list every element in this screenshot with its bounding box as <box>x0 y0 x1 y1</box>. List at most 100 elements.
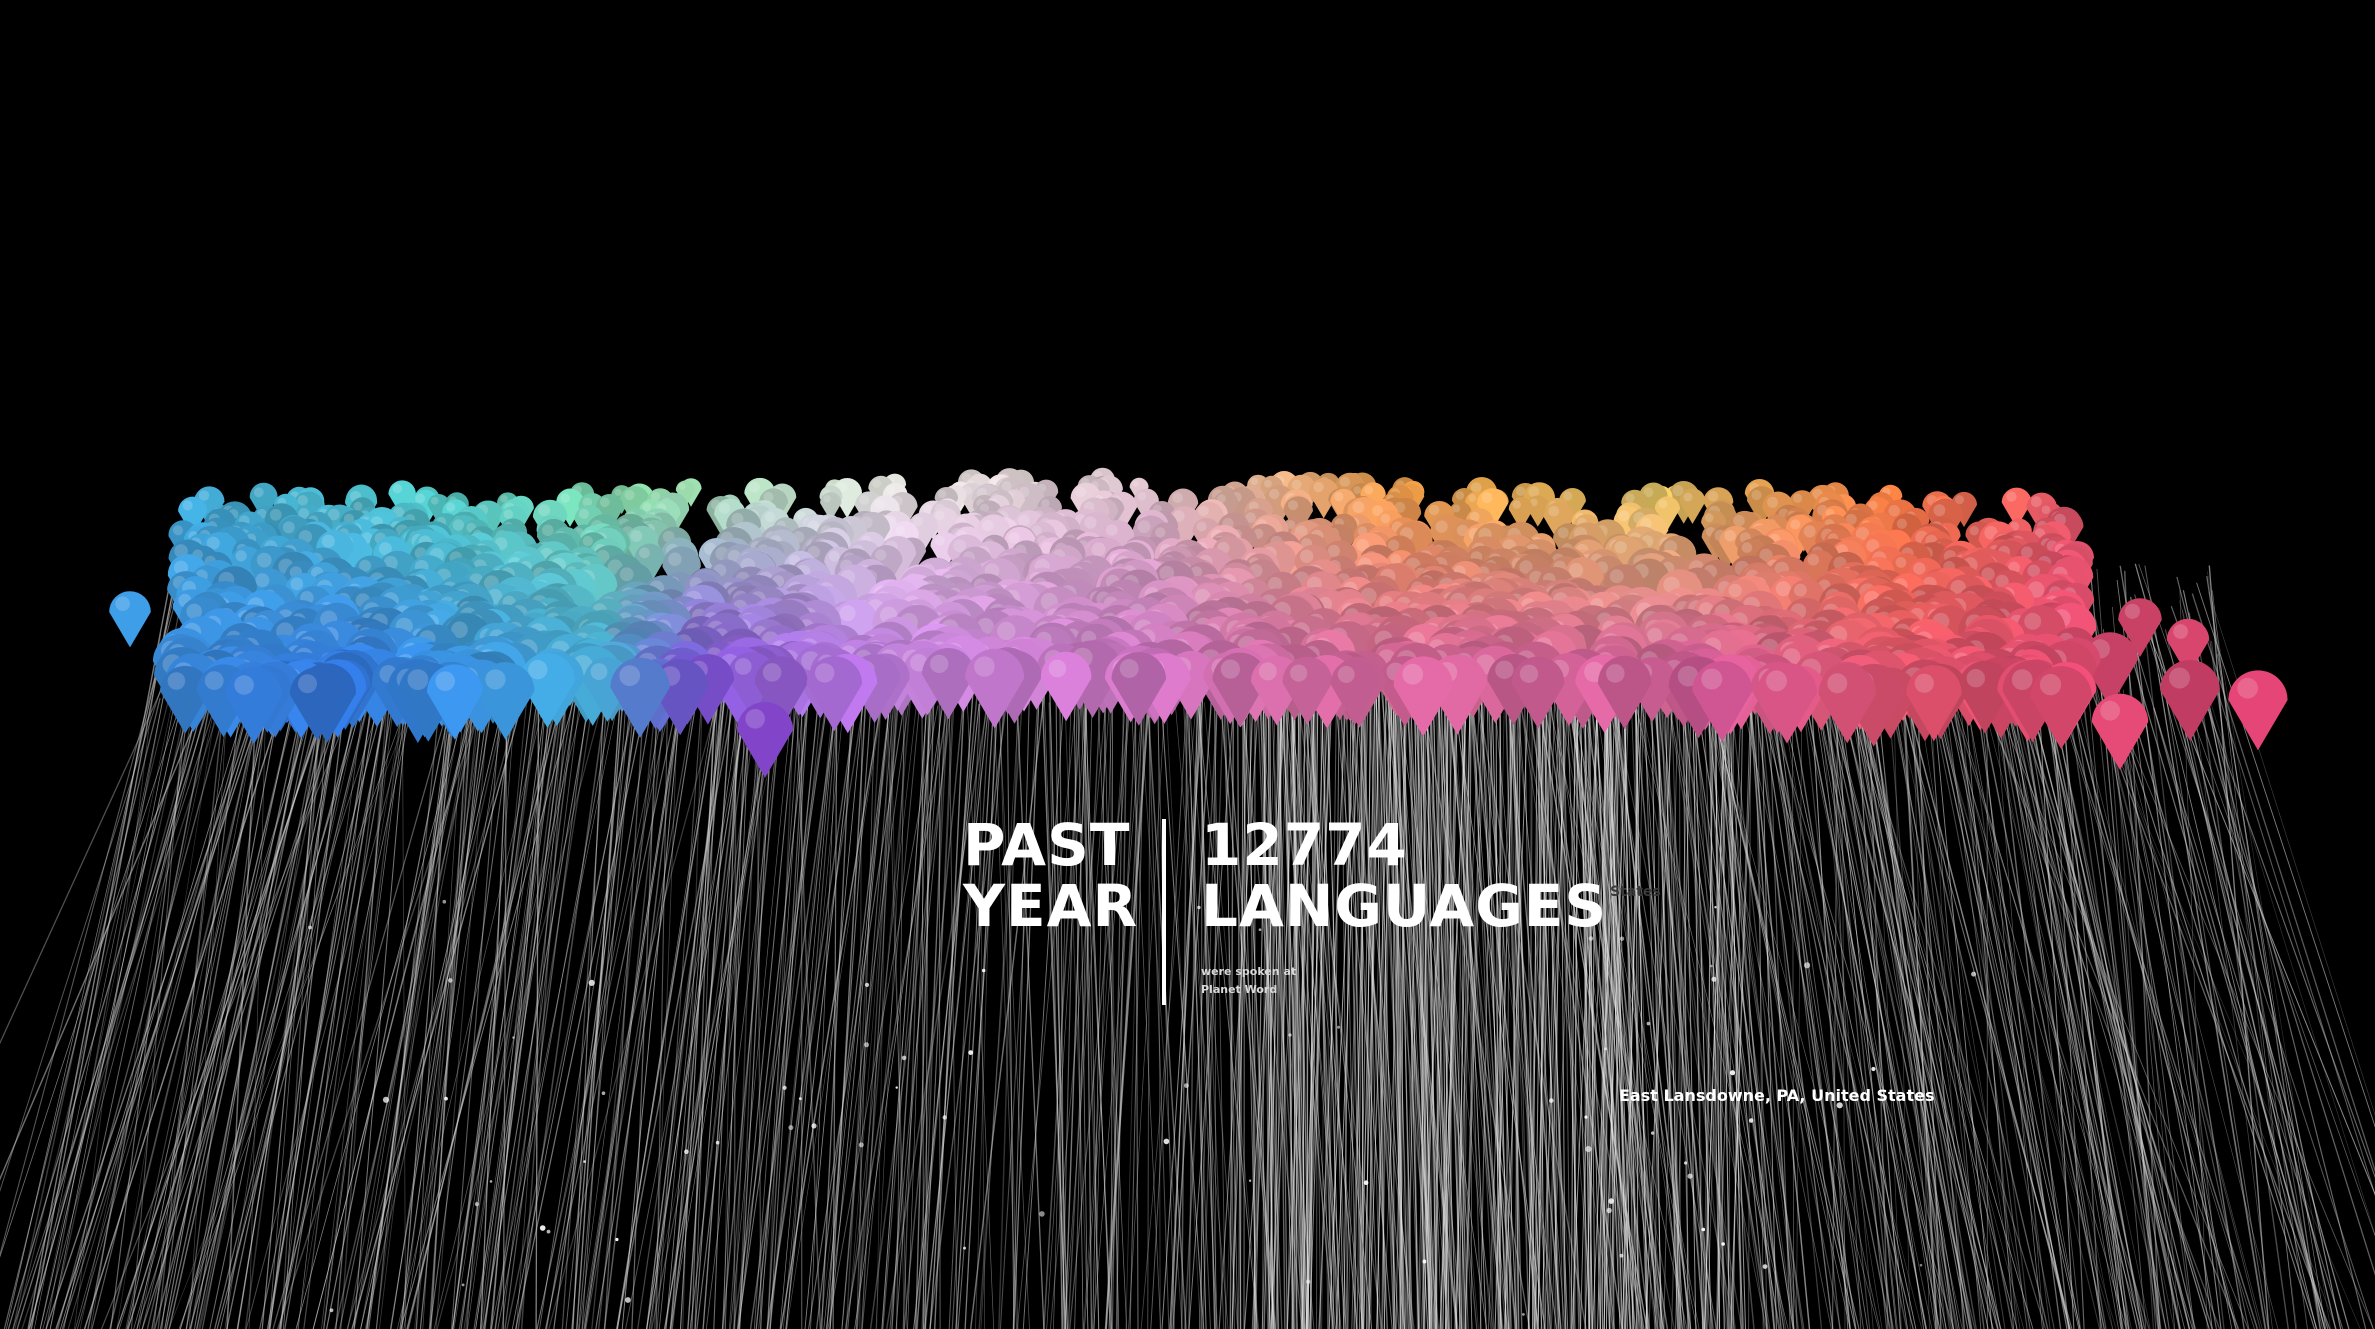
speck-dot <box>1163 1138 1170 1145</box>
period-line-2: YEAR <box>963 872 1139 940</box>
drop-highlight <box>1557 527 1569 539</box>
speck-dot <box>864 1042 869 1048</box>
drop-highlight <box>485 669 506 690</box>
drop-highlight <box>1132 480 1140 487</box>
drop-highlight <box>1704 513 1714 523</box>
speck-dot <box>1687 1173 1693 1179</box>
drop-highlight <box>997 621 1016 641</box>
speck-dot <box>1608 1198 1614 1204</box>
drop-highlight <box>452 519 465 531</box>
speck-dot <box>1337 1025 1341 1029</box>
drop-highlight <box>1084 516 1097 529</box>
drop-highlight <box>839 605 856 622</box>
drop-highlight <box>578 508 590 519</box>
drop-highlight <box>1334 492 1344 502</box>
drop-highlight <box>823 495 831 503</box>
drop-highlight <box>1380 513 1391 524</box>
drop-highlight <box>282 521 295 534</box>
drop-highlight <box>204 671 224 690</box>
strand-line <box>100 669 367 1329</box>
drop-highlight <box>668 552 682 566</box>
drop-highlight <box>1792 493 1803 503</box>
drop-highlight <box>1339 476 1351 488</box>
drop-highlight <box>2006 491 2017 502</box>
drop-highlight <box>415 493 426 504</box>
drop-highlight <box>1352 501 1365 514</box>
drop-highlight <box>1364 485 1374 495</box>
speck-dot <box>1619 1253 1624 1258</box>
drop-highlight <box>639 547 650 559</box>
drop-highlight <box>290 577 304 591</box>
strand-line <box>118 643 333 1329</box>
speck-dot <box>1711 976 1717 982</box>
drop-highlight <box>1969 526 1979 536</box>
drop-highlight <box>678 483 686 490</box>
drop-highlight <box>762 663 782 682</box>
speck-dot <box>715 1140 720 1145</box>
strand-line <box>497 704 613 1329</box>
drop-highlight <box>2173 624 2189 639</box>
speck-dot <box>968 1050 974 1055</box>
drop-highlight <box>1707 490 1719 502</box>
speck-dot <box>895 1086 898 1089</box>
drop-highlight <box>1766 670 1787 692</box>
drop-highlight <box>1137 520 1151 533</box>
drop-highlight <box>1724 530 1736 542</box>
speck-dot <box>782 1085 787 1090</box>
drop-highlight <box>1172 492 1183 504</box>
drop-highlight <box>874 498 886 510</box>
speck-dot <box>858 1142 864 1148</box>
speck-dot <box>942 1115 947 1120</box>
drop-highlight <box>435 671 456 691</box>
teardrop-pin-icon <box>2228 670 2288 751</box>
speck-dot <box>489 1180 493 1183</box>
drop-highlight <box>619 665 641 686</box>
speck-dot <box>684 1149 689 1154</box>
visualization-stage: States PAST YEAR 12774 LANGUAGES were sp… <box>0 0 2375 1329</box>
drop-highlight <box>734 658 752 675</box>
drop-highlight <box>1258 662 1277 681</box>
location-label: East Lansdowne, PA, United States <box>1619 1086 1935 1105</box>
stat-block: PAST YEAR 12774 LANGUAGES were spoken at… <box>963 815 1623 1005</box>
speck-dot <box>583 1160 586 1163</box>
speck-dot <box>1306 1279 1311 1284</box>
subtext-line-1: were spoken at <box>1201 965 1297 978</box>
drop-highlight <box>2100 700 2121 721</box>
drop-highlight <box>1455 491 1465 500</box>
speck-dot <box>308 925 312 930</box>
drop-highlight <box>1105 524 1118 536</box>
drop-highlight <box>1528 486 1540 498</box>
drop-highlight <box>953 539 967 553</box>
drop-highlight <box>1888 505 1900 517</box>
drop-highlight <box>2039 673 2062 696</box>
drop-highlight <box>1269 488 1280 500</box>
speck-dot <box>1288 1033 1292 1037</box>
speck-dot <box>1748 1118 1754 1123</box>
drop-highlight <box>1435 520 1448 533</box>
speck-dot <box>1184 1083 1189 1088</box>
drop-highlight <box>934 535 945 546</box>
language-count: 12774 <box>1201 811 1408 879</box>
speck-dot <box>1606 1207 1612 1214</box>
speck-dot <box>1646 1021 1651 1026</box>
drop-highlight <box>1428 504 1440 516</box>
speck-dot <box>788 1125 794 1131</box>
speck-dot <box>1710 964 1713 968</box>
teardrop-pin-icon <box>2160 660 2220 741</box>
drop-highlight <box>560 493 570 503</box>
drop-highlight <box>1155 527 1166 538</box>
speck-dot <box>1919 1263 1923 1267</box>
speck-dot <box>1684 1161 1688 1165</box>
speck-dot <box>329 1308 334 1313</box>
drop-highlight <box>430 496 439 505</box>
speck-dot <box>444 1096 448 1101</box>
drop-highlight <box>1751 489 1762 501</box>
drop-highlight <box>1563 491 1573 501</box>
drop-highlight <box>269 508 282 521</box>
drop-highlight <box>1807 554 1820 566</box>
drop-highlight <box>1291 479 1302 490</box>
strand-line <box>296 650 413 1329</box>
drop-highlight <box>1895 557 1907 568</box>
drop-highlight <box>1790 519 1801 530</box>
speck-dot <box>811 1123 817 1129</box>
